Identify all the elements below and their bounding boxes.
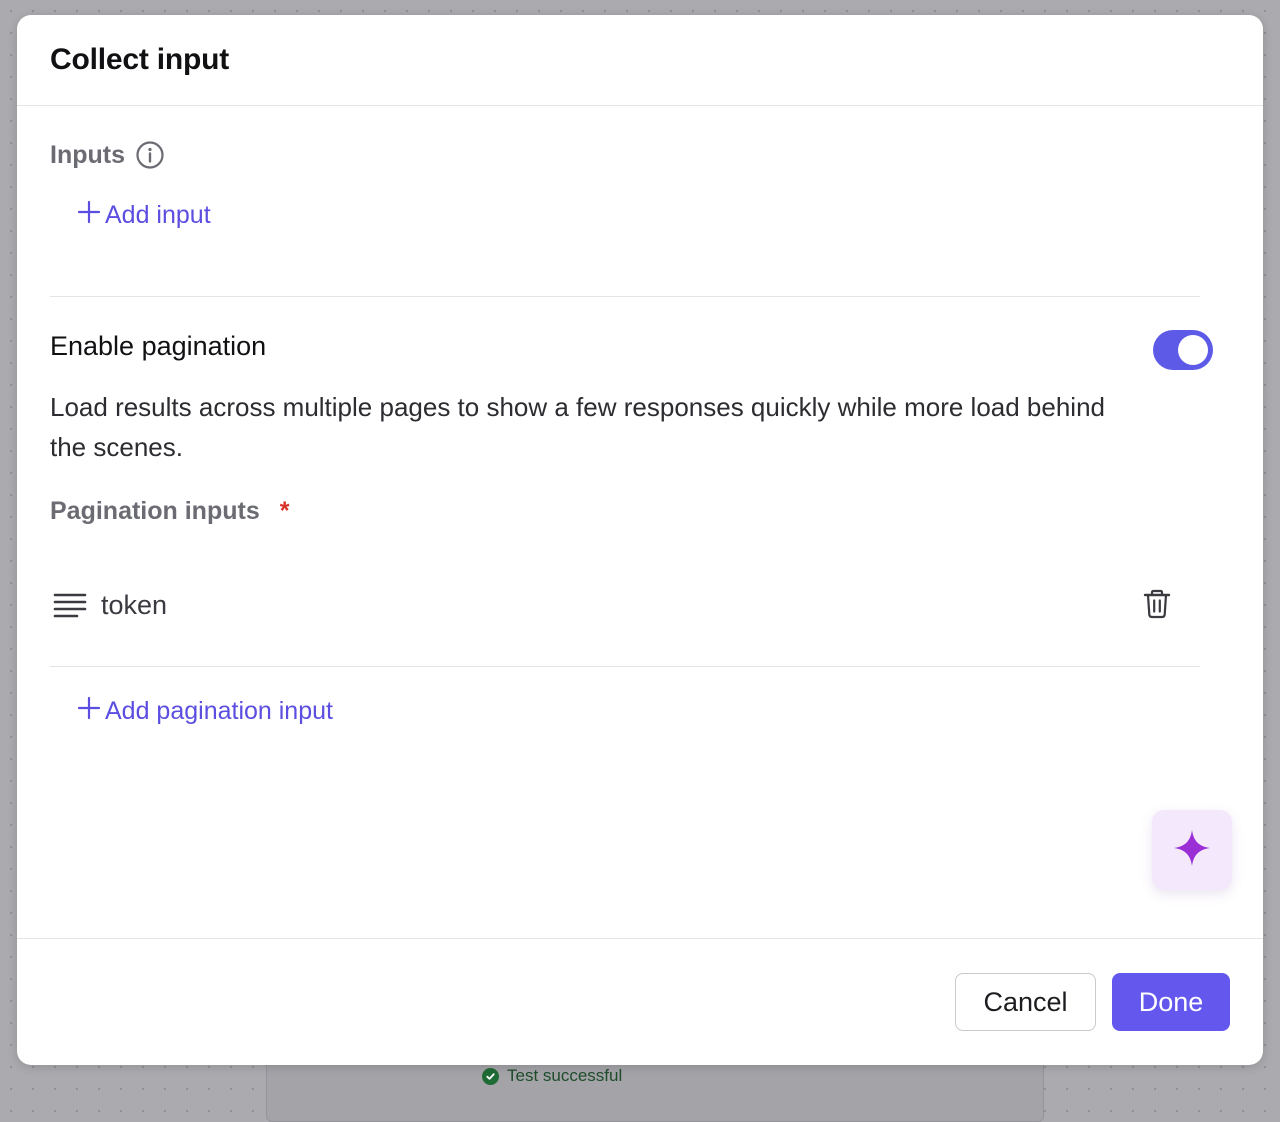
sparkle-icon xyxy=(1172,828,1212,873)
add-input-label: Add input xyxy=(105,201,211,229)
text-lines-icon xyxy=(50,592,101,618)
cancel-button[interactable]: Cancel xyxy=(955,973,1096,1031)
plus-icon xyxy=(77,696,101,727)
dialog-header: Collect input xyxy=(17,15,1263,106)
add-pagination-input-label: Add pagination input xyxy=(105,697,333,725)
info-icon[interactable] xyxy=(135,140,165,170)
dialog-footer: Cancel Done xyxy=(17,938,1263,1065)
collect-input-dialog: Collect input Inputs Add input Enable pa… xyxy=(17,15,1263,1065)
inputs-label-text: Inputs xyxy=(50,140,125,169)
background-status-text: Test successful xyxy=(507,1066,623,1085)
background-canvas-card xyxy=(266,1060,1044,1122)
pagination-input-row[interactable]: token xyxy=(50,580,1200,630)
pagination-description: Load results across multiple pages to sh… xyxy=(50,392,1106,462)
done-button[interactable]: Done xyxy=(1112,973,1230,1031)
ai-assistant-button[interactable] xyxy=(1152,810,1232,890)
pagination-inputs-label-text: Pagination inputs xyxy=(50,497,260,525)
background-test-status: Test successful xyxy=(482,1066,622,1086)
dialog-title: Collect input xyxy=(50,43,230,76)
add-pagination-input-button[interactable]: Add pagination input xyxy=(77,696,333,727)
pagination-inputs-label: Pagination inputs * xyxy=(50,497,289,526)
enable-pagination-toggle[interactable] xyxy=(1153,330,1213,370)
toggle-knob xyxy=(1178,335,1208,365)
check-circle-icon xyxy=(482,1067,499,1085)
section-divider xyxy=(50,296,1200,297)
pagination-list-divider xyxy=(50,666,1200,667)
trash-icon[interactable] xyxy=(1143,589,1171,624)
inputs-section-label: Inputs xyxy=(50,140,165,170)
add-input-button[interactable]: Add input xyxy=(77,200,211,231)
enable-pagination-title: Enable pagination xyxy=(50,331,267,361)
pagination-input-label: token xyxy=(101,589,168,620)
plus-icon xyxy=(77,200,101,231)
required-marker: * xyxy=(279,497,290,525)
